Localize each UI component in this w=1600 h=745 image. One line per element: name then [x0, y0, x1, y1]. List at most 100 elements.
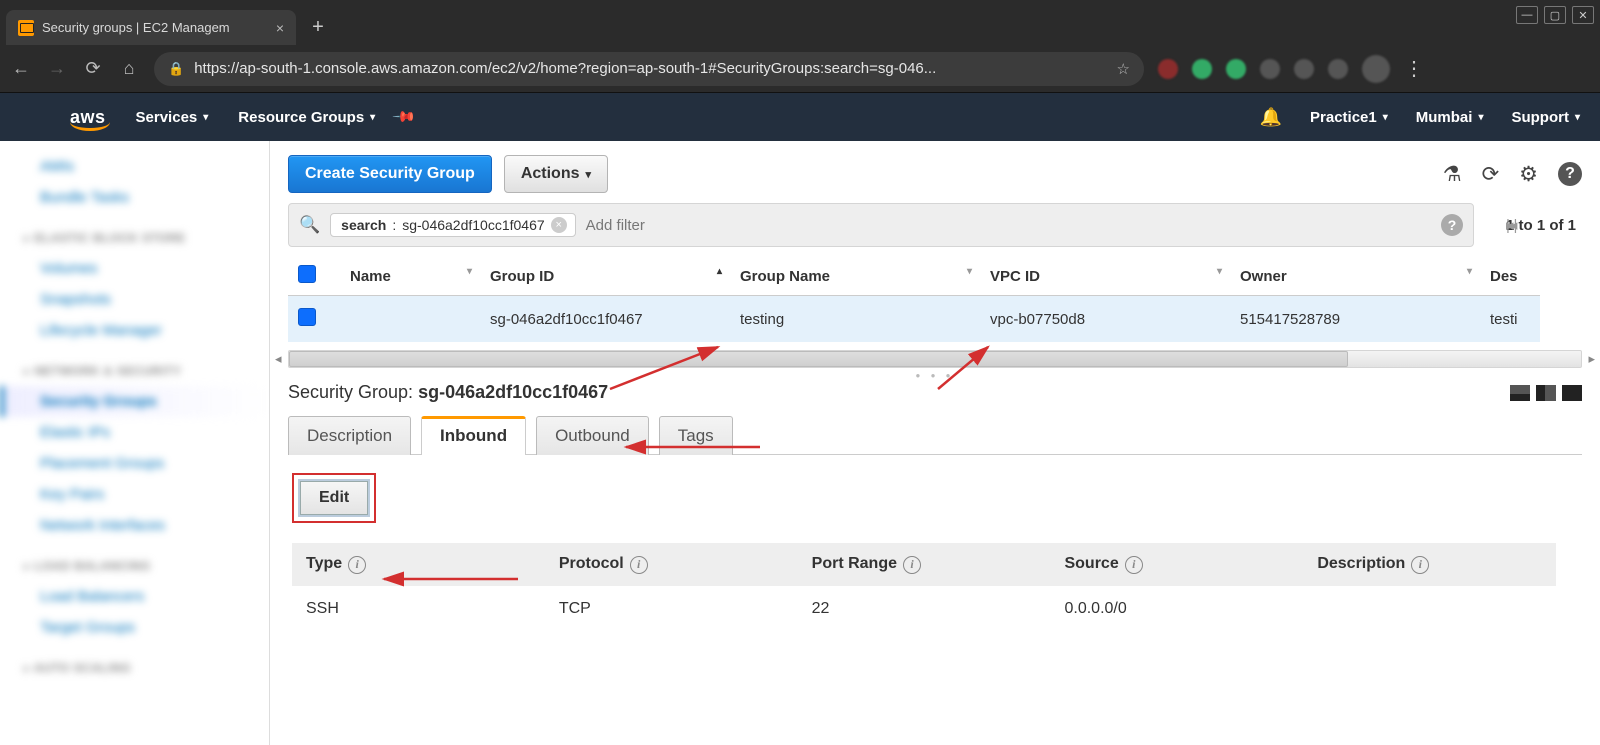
- pane-splitter[interactable]: ● ● ●: [270, 368, 1600, 382]
- tab-inbound[interactable]: Inbound: [421, 416, 526, 455]
- rules-col-type: Typei: [292, 543, 545, 586]
- rules-col-description: Descriptioni: [1303, 543, 1556, 586]
- col-vpc-id[interactable]: VPC ID▾: [980, 257, 1230, 296]
- extension-icon[interactable]: [1158, 59, 1178, 79]
- region-menu[interactable]: Mumbai▾: [1416, 109, 1484, 126]
- sidebar-item-security-groups[interactable]: Security Groups: [0, 386, 269, 417]
- edit-highlight-box: Edit: [292, 473, 376, 523]
- resource-groups-menu[interactable]: Resource Groups▾: [238, 109, 375, 126]
- sidebar-item[interactable]: Snapshots: [14, 284, 269, 315]
- address-bar[interactable]: 🔒 https://ap-south-1.console.aws.amazon.…: [154, 52, 1144, 86]
- cell-description: testi: [1480, 296, 1540, 343]
- layout-side-icon[interactable]: [1536, 385, 1556, 401]
- sidebar-item[interactable]: Key Pairs: [14, 479, 269, 510]
- remove-chip-icon[interactable]: ×: [551, 217, 567, 233]
- select-all-header[interactable]: [288, 257, 340, 296]
- sidebar-item[interactable]: Network Interfaces: [14, 510, 269, 541]
- services-menu[interactable]: Services▾: [136, 109, 209, 126]
- checkbox-icon[interactable]: [298, 308, 316, 326]
- scrollbar-thumb[interactable]: [289, 351, 1348, 367]
- col-description[interactable]: Des: [1480, 257, 1540, 296]
- sidebar-item[interactable]: Elastic IPs: [14, 417, 269, 448]
- sidebar-item[interactable]: AMIs: [14, 151, 269, 182]
- extension-icon[interactable]: [1260, 59, 1280, 79]
- tab-tags[interactable]: Tags: [659, 416, 733, 455]
- help-icon[interactable]: ?: [1558, 162, 1582, 186]
- gear-icon[interactable]: ⚙: [1519, 162, 1538, 187]
- bell-icon[interactable]: 🔔: [1260, 107, 1282, 128]
- detail-title: Security Group: sg-046a2df10cc1f0467: [288, 382, 608, 403]
- horizontal-scrollbar[interactable]: [288, 350, 1582, 368]
- col-name[interactable]: Name▾: [340, 257, 480, 296]
- table-row[interactable]: sg-046a2df10cc1f0467 testing vpc-b07750d…: [288, 296, 1540, 343]
- minimize-icon[interactable]: —: [1516, 6, 1538, 24]
- info-icon[interactable]: i: [903, 556, 921, 574]
- info-icon[interactable]: i: [630, 556, 648, 574]
- back-icon[interactable]: ←: [10, 58, 32, 79]
- info-icon[interactable]: i: [1411, 556, 1429, 574]
- col-group-name[interactable]: Group Name▾: [730, 257, 980, 296]
- reload-icon[interactable]: ⟳: [82, 58, 104, 79]
- filter-help-icon[interactable]: ?: [1441, 214, 1463, 236]
- kebab-menu-icon[interactable]: ⋮: [1404, 56, 1424, 81]
- chevron-down-icon: ▾: [203, 112, 208, 123]
- close-icon[interactable]: ×: [276, 20, 284, 36]
- extension-icon[interactable]: [1328, 59, 1348, 79]
- sidebar-item[interactable]: Placement Groups: [14, 448, 269, 479]
- aws-logo[interactable]: aws: [70, 107, 106, 128]
- actions-button[interactable]: Actions ▾: [504, 155, 608, 193]
- chevron-down-icon: ▾: [370, 112, 375, 123]
- col-owner[interactable]: Owner▾: [1230, 257, 1480, 296]
- cell-group-name: testing: [730, 296, 980, 343]
- sidebar-item[interactable]: Load Balancers: [14, 581, 269, 612]
- filter-chip[interactable]: search : sg-046a2df10cc1f0467 ×: [330, 213, 576, 237]
- close-window-icon[interactable]: ✕: [1572, 6, 1594, 24]
- tab-description[interactable]: Description: [288, 416, 411, 455]
- rules-row[interactable]: SSH TCP 22 0.0.0.0/0: [292, 586, 1556, 632]
- info-icon[interactable]: i: [348, 556, 366, 574]
- browser-tab[interactable]: Security groups | EC2 Managem ×: [6, 10, 296, 45]
- action-toolbar: Create Security Group Actions ▾ ⚗ ⟳ ⚙ ?: [270, 141, 1600, 203]
- rule-description: [1303, 586, 1556, 632]
- sidebar-section-header: LOAD BALANCING: [24, 559, 269, 573]
- results-table: Name▾ Group ID▴ Group Name▾ VPC ID▾ Owne…: [288, 257, 1582, 342]
- chevron-down-icon: ▾: [1383, 112, 1388, 123]
- extension-icon[interactable]: [1192, 59, 1212, 79]
- rules-col-port-range: Port Rangei: [798, 543, 1051, 586]
- rule-port-range: 22: [798, 586, 1051, 632]
- ec2-sidebar[interactable]: AMIs Bundle Tasks ELASTIC BLOCK STORE Vo…: [0, 141, 270, 745]
- bookmark-star-icon[interactable]: ☆: [1117, 60, 1130, 78]
- cell-vpc-id: vpc-b07750d8: [980, 296, 1230, 343]
- support-menu[interactable]: Support▾: [1511, 109, 1580, 126]
- cell-group-id: sg-046a2df10cc1f0467: [480, 296, 730, 343]
- info-icon[interactable]: i: [1125, 556, 1143, 574]
- tab-outbound[interactable]: Outbound: [536, 416, 649, 455]
- layout-full-icon[interactable]: [1562, 385, 1582, 401]
- sidebar-item[interactable]: Volumes: [14, 253, 269, 284]
- account-menu[interactable]: Practice1▾: [1310, 109, 1388, 126]
- maximize-icon[interactable]: ▢: [1544, 6, 1566, 24]
- avatar-icon[interactable]: [1362, 55, 1390, 83]
- create-security-group-button[interactable]: Create Security Group: [288, 155, 492, 193]
- edit-button[interactable]: Edit: [300, 481, 368, 515]
- new-tab-button[interactable]: +: [302, 11, 334, 43]
- pin-icon[interactable]: 📌: [392, 104, 418, 130]
- refresh-icon[interactable]: ⟳: [1482, 162, 1500, 187]
- forward-icon[interactable]: →: [46, 58, 68, 79]
- page-indicator: 1 to 1 of 1: [1506, 217, 1576, 234]
- extension-icon[interactable]: [1294, 59, 1314, 79]
- filter-bar[interactable]: 🔍 search : sg-046a2df10cc1f0467 × Add fi…: [288, 203, 1474, 247]
- flask-icon[interactable]: ⚗: [1443, 162, 1462, 187]
- sidebar-item[interactable]: Target Groups: [14, 612, 269, 643]
- sidebar-item[interactable]: Bundle Tasks: [14, 182, 269, 213]
- inbound-rules-table: Typei Protocoli Port Rangei Sourcei Desc…: [292, 543, 1556, 632]
- add-filter-placeholder[interactable]: Add filter: [586, 217, 645, 234]
- home-icon[interactable]: ⌂: [118, 58, 140, 79]
- sidebar-item[interactable]: Lifecycle Manager: [14, 315, 269, 346]
- col-group-id[interactable]: Group ID▴: [480, 257, 730, 296]
- tab-content-inbound: Edit Typei Protocoli Port Rangei Sourcei…: [270, 455, 1600, 642]
- checkbox-icon[interactable]: [298, 265, 316, 283]
- aws-header: aws Services▾ Resource Groups▾ 📌 🔔 Pract…: [0, 93, 1600, 141]
- extension-icon[interactable]: [1226, 59, 1246, 79]
- layout-bottom-icon[interactable]: [1510, 385, 1530, 401]
